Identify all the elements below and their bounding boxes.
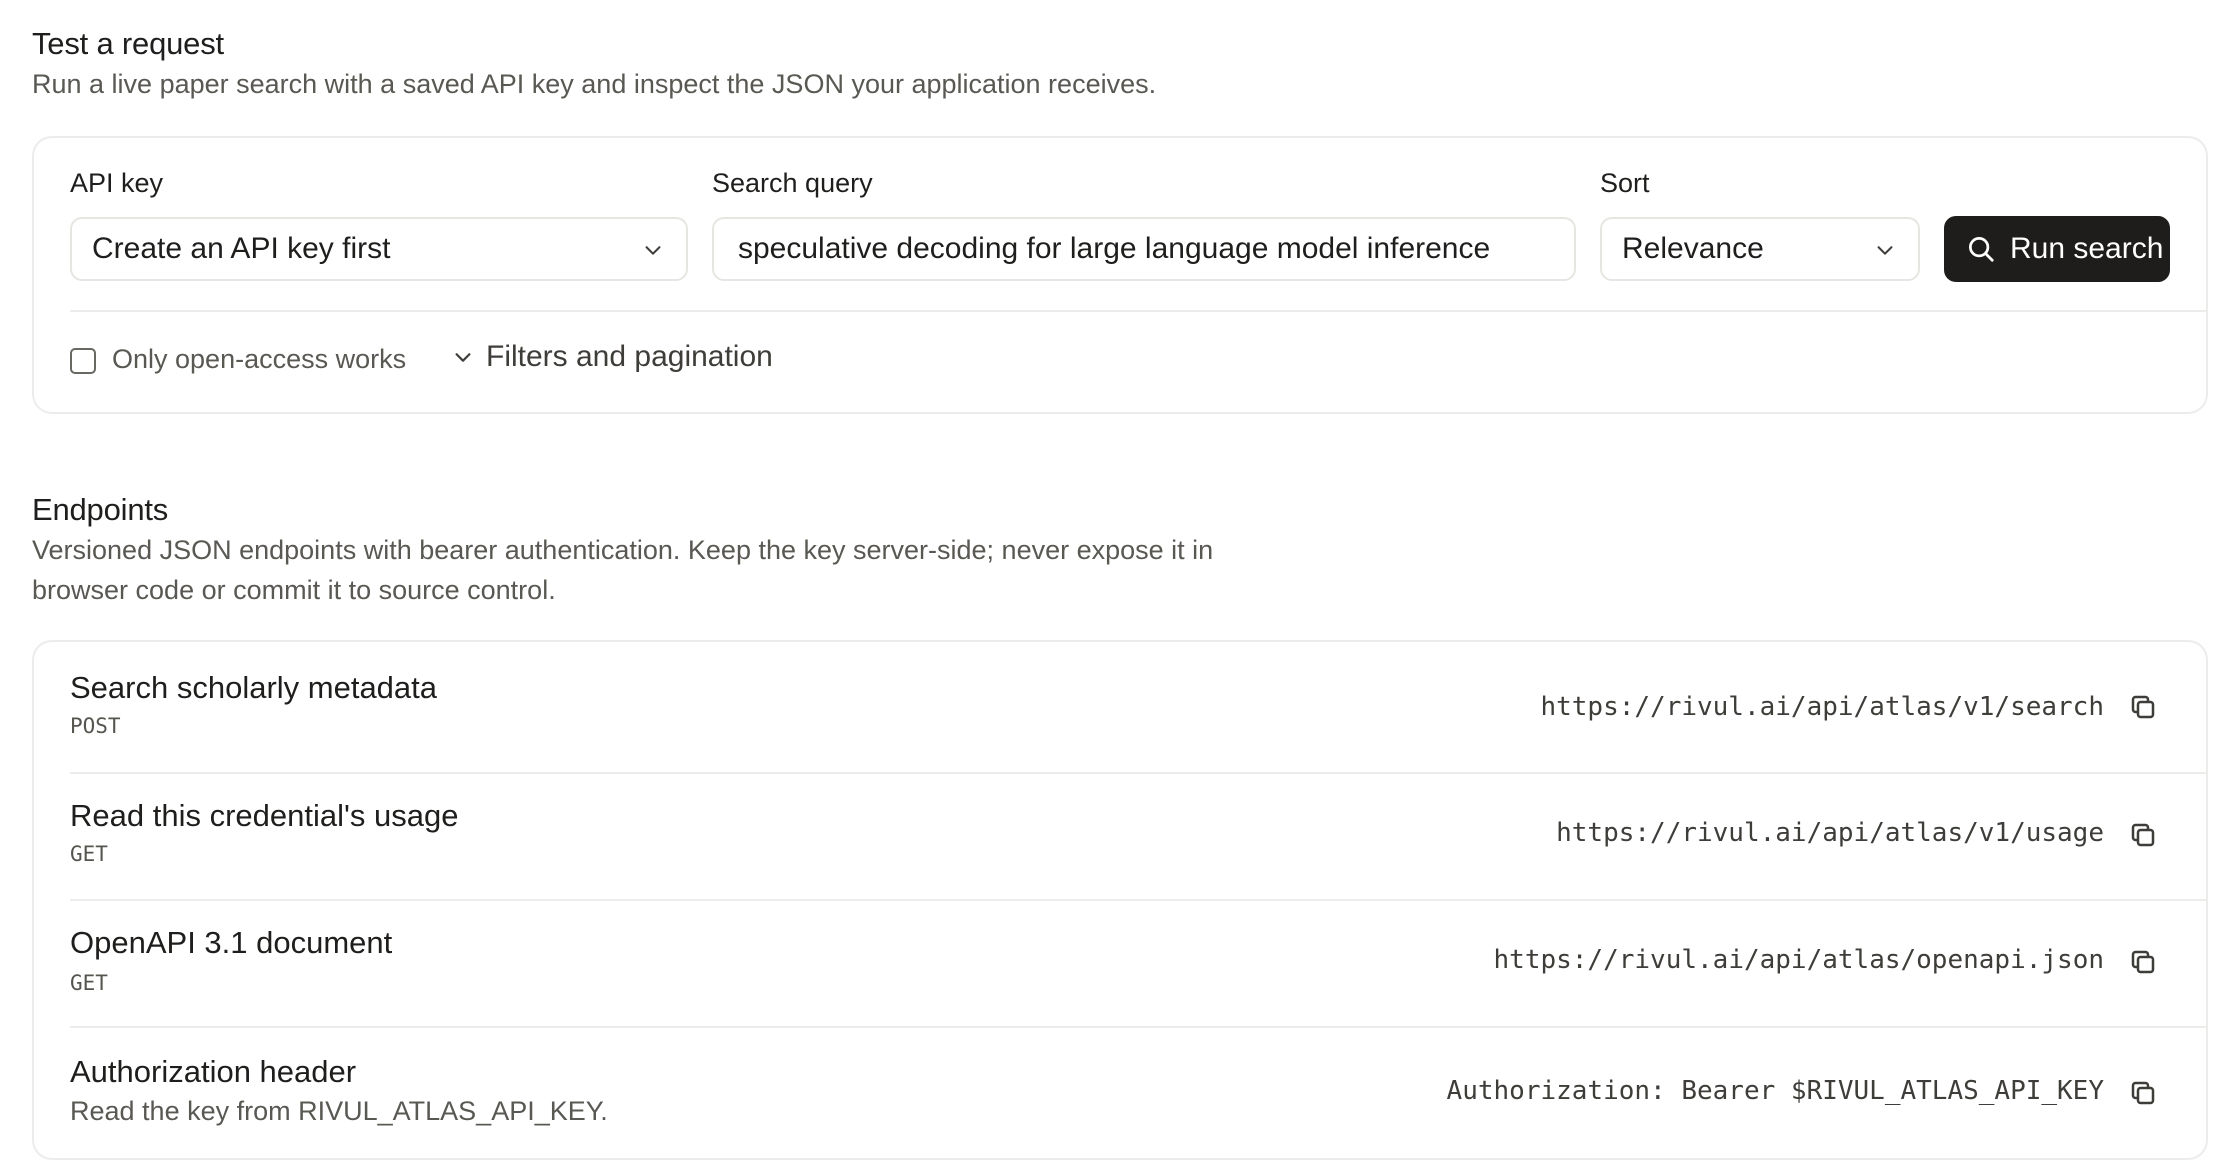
search-icon bbox=[1969, 237, 1994, 262]
search-query-input[interactable]: speculative decoding for large language … bbox=[712, 217, 1576, 281]
run-search-label: Run search bbox=[2010, 232, 2164, 265]
endpoints-title: Endpoints bbox=[32, 492, 169, 527]
endpoint-method: GET bbox=[70, 971, 108, 995]
test-request-header: Test a request Run a live paper search w… bbox=[32, 26, 2208, 104]
test-request-description: Run a live paper search with a saved API… bbox=[32, 69, 1157, 99]
endpoint-url: https://rivul.ai/api/atlas/openapi.json bbox=[1493, 945, 2104, 975]
sort-select[interactable]: Relevance bbox=[1600, 217, 1920, 281]
endpoint-title: Read this credential's usage bbox=[70, 798, 459, 833]
endpoint-url: https://rivul.ai/api/atlas/v1/search bbox=[1540, 692, 2104, 722]
api-key-label: API key bbox=[70, 168, 164, 198]
copy-icon[interactable] bbox=[2128, 820, 2158, 850]
chevron-down-icon bbox=[645, 246, 661, 255]
filters-toggle[interactable]: Filters and pagination bbox=[452, 340, 773, 374]
endpoints-description-line2: browser code or commit it to source cont… bbox=[32, 575, 556, 605]
endpoints-card: Search scholarly metadata POST https://r… bbox=[32, 640, 2208, 1160]
copy-icon[interactable] bbox=[2128, 947, 2158, 977]
open-access-label: Only open-access works bbox=[112, 344, 407, 374]
endpoints-header: Endpoints Versioned JSON endpoints with … bbox=[32, 492, 2208, 610]
search-query-label: Search query bbox=[712, 168, 873, 198]
endpoint-row-auth-header: Authorization header Read the key from R… bbox=[34, 1026, 2206, 1160]
open-access-checkbox[interactable] bbox=[70, 348, 96, 374]
endpoint-row-search: Search scholarly metadata POST https://r… bbox=[34, 642, 2206, 772]
endpoint-url: Authorization: Bearer $RIVUL_ATLAS_API_K… bbox=[1446, 1076, 2104, 1106]
run-search-button[interactable]: Run search bbox=[1944, 216, 2170, 282]
chevron-down-icon bbox=[455, 353, 471, 362]
filters-toggle-label: Filters and pagination bbox=[486, 340, 773, 373]
chevron-down-icon bbox=[1877, 246, 1893, 255]
api-key-select[interactable]: Create an API key first bbox=[70, 217, 688, 281]
api-key-select-value: Create an API key first bbox=[92, 232, 391, 265]
endpoints-description-line1: Versioned JSON endpoints with bearer aut… bbox=[32, 535, 1214, 565]
endpoint-title: OpenAPI 3.1 document bbox=[70, 925, 393, 960]
endpoint-method: GET bbox=[70, 842, 108, 866]
copy-icon[interactable] bbox=[2128, 1078, 2158, 1108]
endpoint-subtitle: Read the key from RIVUL_ATLAS_API_KEY. bbox=[70, 1096, 608, 1126]
endpoint-row-usage: Read this credential's usage GET https:/… bbox=[34, 772, 2206, 900]
endpoint-url: https://rivul.ai/api/atlas/v1/usage bbox=[1556, 818, 2104, 848]
card-divider bbox=[70, 310, 2206, 312]
sort-label: Sort bbox=[1600, 168, 1650, 198]
endpoint-method: POST bbox=[70, 714, 121, 738]
test-request-title: Test a request bbox=[32, 26, 224, 61]
endpoint-title: Authorization header bbox=[70, 1054, 357, 1089]
copy-icon[interactable] bbox=[2128, 692, 2158, 722]
search-query-value: speculative decoding for large language … bbox=[738, 232, 1491, 265]
sort-select-value: Relevance bbox=[1622, 232, 1764, 265]
test-request-card: API key Create an API key first Search q… bbox=[32, 136, 2208, 414]
endpoint-title: Search scholarly metadata bbox=[70, 670, 438, 705]
endpoint-row-openapi: OpenAPI 3.1 document GET https://rivul.a… bbox=[34, 899, 2206, 1027]
